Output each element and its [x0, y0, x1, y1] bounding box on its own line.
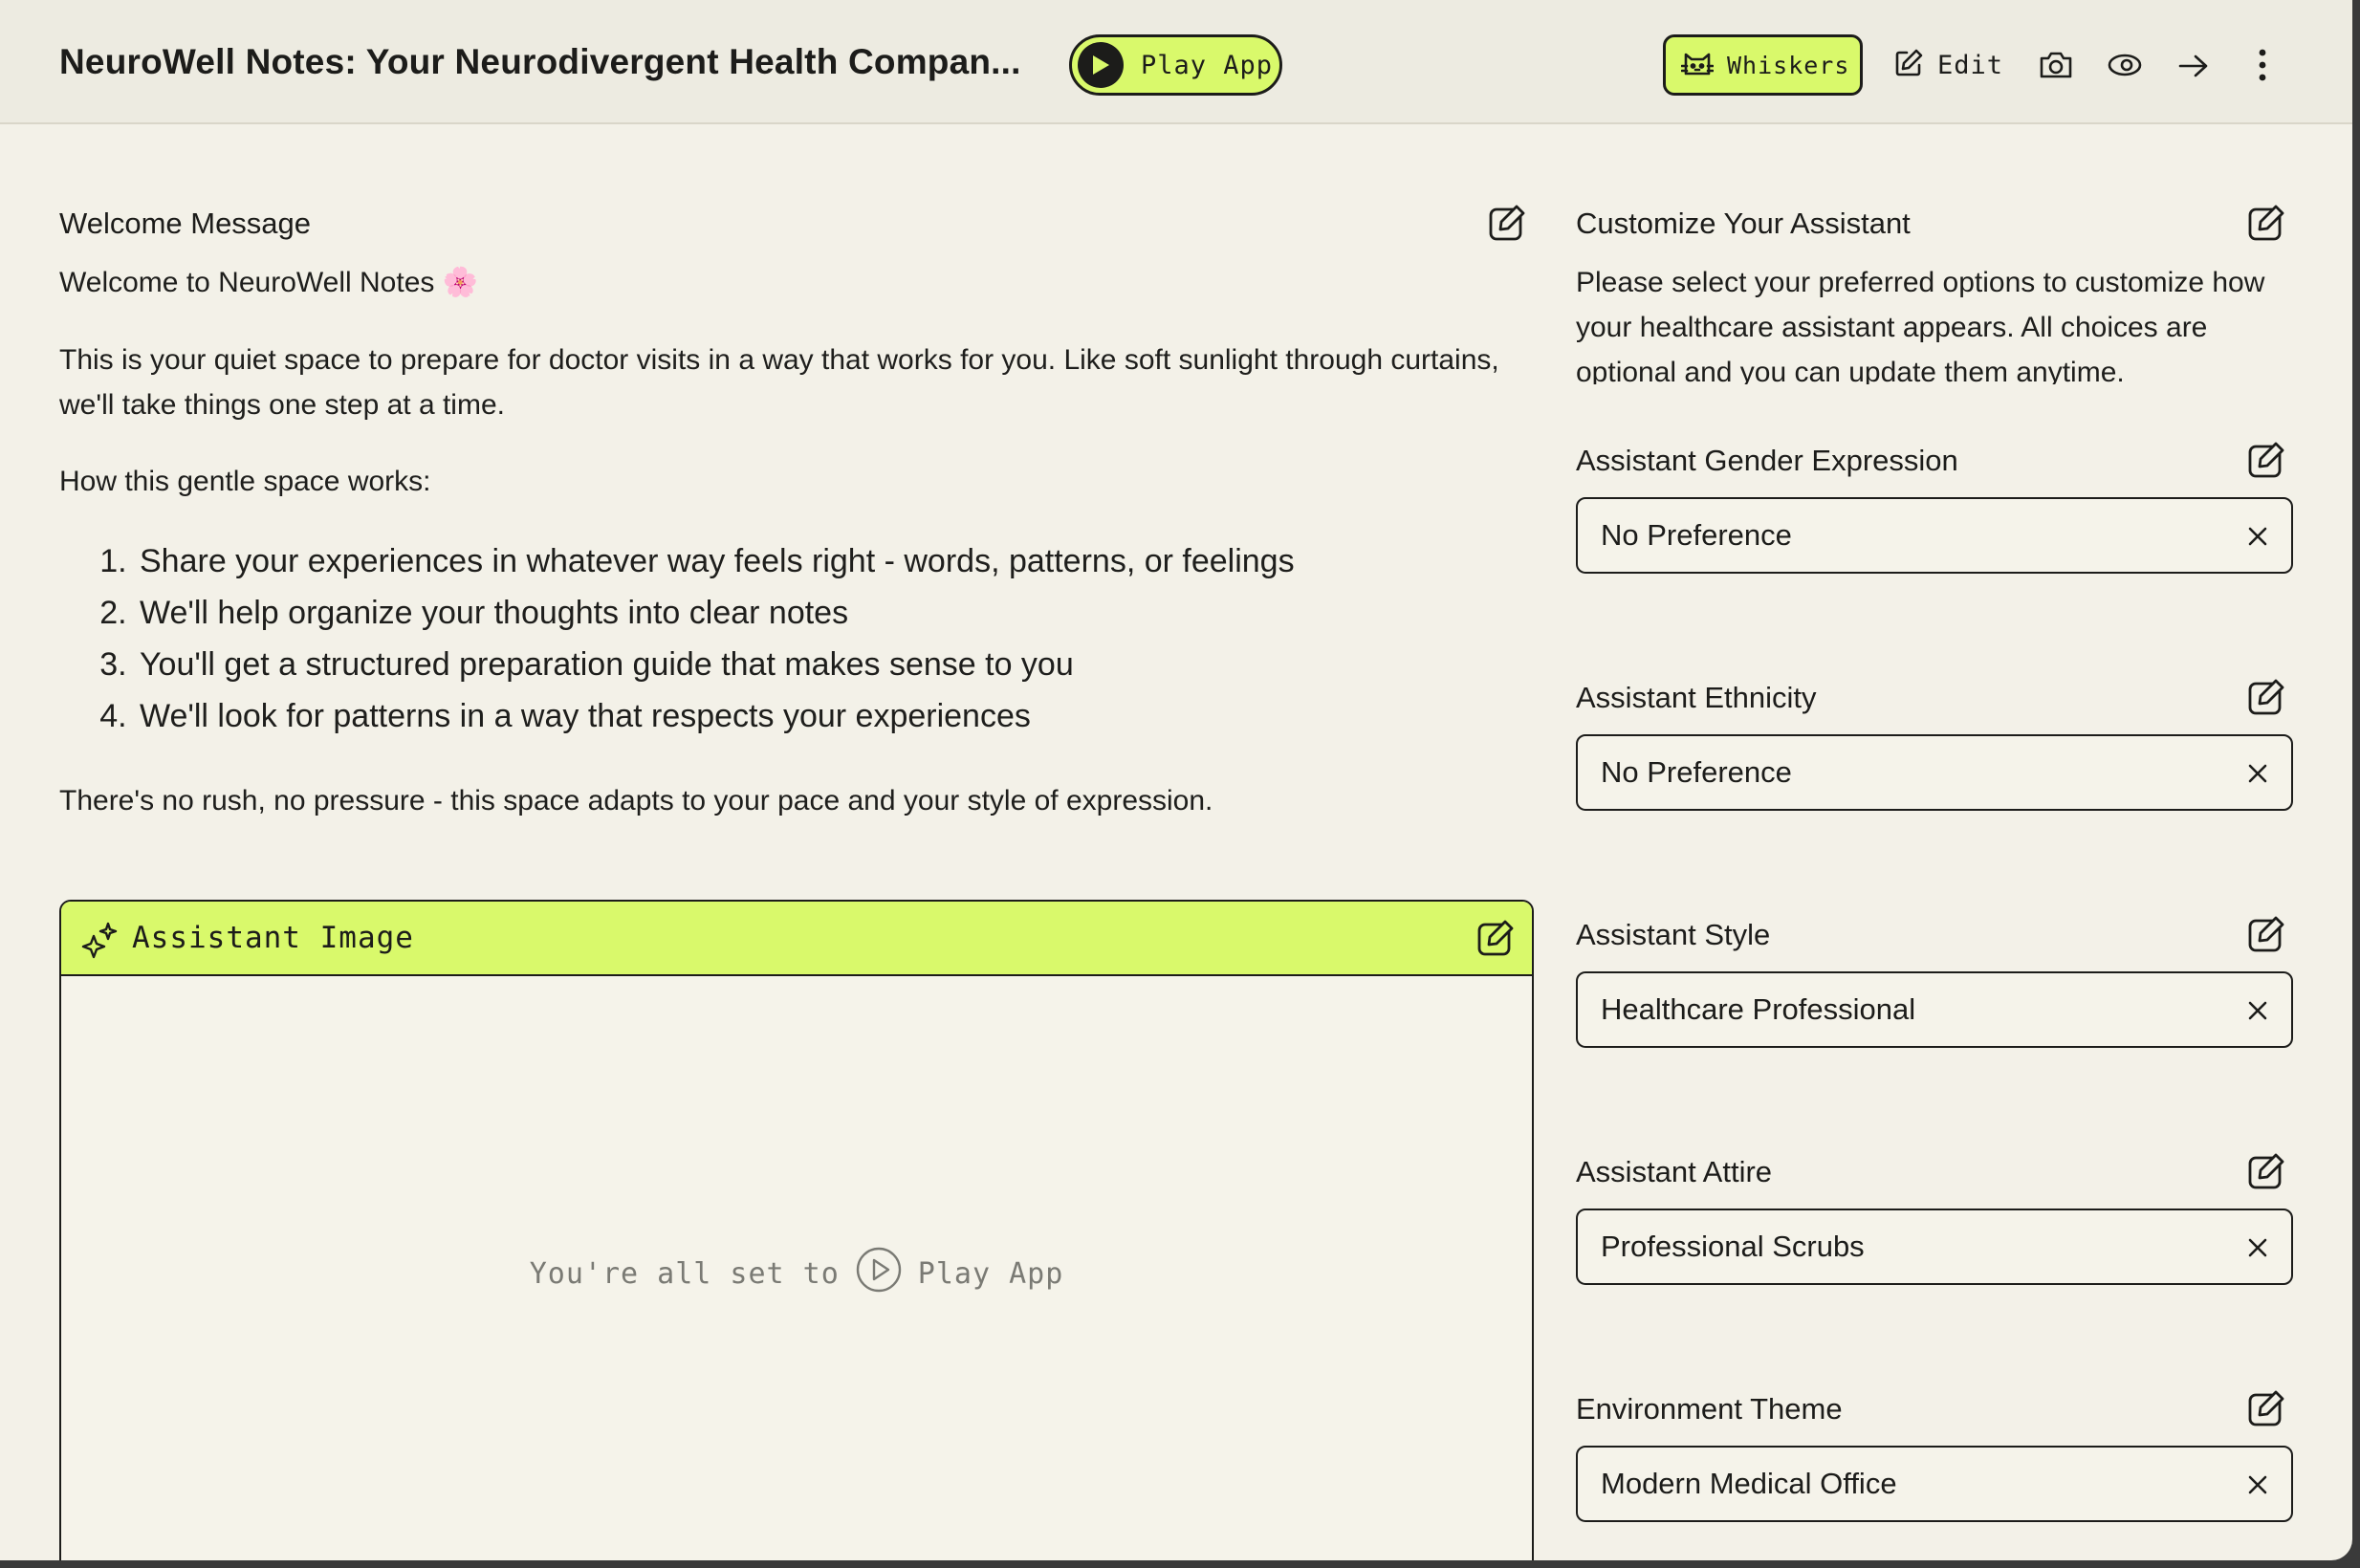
how-it-works-label: How this gentle space works: — [59, 466, 431, 497]
edit-attire-pencil-icon[interactable] — [2247, 1152, 2285, 1190]
customize-heading: Customize Your Assistant — [1576, 207, 1911, 240]
attire-select[interactable]: Professional Scrubs — [1576, 1209, 2293, 1285]
sparkle-icon — [80, 921, 119, 964]
attire-value: Professional Scrubs — [1601, 1230, 1865, 1263]
list-item: You'll get a structured preparation guid… — [136, 639, 1295, 690]
list-item: We'll help organize your thoughts into c… — [136, 587, 1295, 639]
edit-image-pencil-icon[interactable] — [1476, 919, 1515, 962]
list-item: Share your experiences in whatever way f… — [136, 535, 1295, 587]
close-icon[interactable] — [2243, 522, 2272, 551]
close-icon[interactable] — [2243, 996, 2272, 1025]
whiskers-label: Whiskers — [1727, 51, 1850, 79]
welcome-closing: There's no rush, no pressure - this spac… — [59, 785, 1213, 817]
gender-expression-value: No Preference — [1601, 518, 1792, 552]
ethnicity-label: Assistant Ethnicity — [1576, 681, 1817, 714]
play-app-label: Play App — [1141, 50, 1274, 80]
ready-status-prefix: You're all set to — [529, 1256, 840, 1291]
edit-button[interactable]: Edit — [1893, 40, 2003, 90]
whiskers-button[interactable]: Whiskers — [1663, 34, 1863, 96]
environment-theme-select[interactable]: Modern Medical Office — [1576, 1446, 2293, 1522]
assistant-image-heading: Assistant Image — [132, 921, 414, 955]
edit-ethnicity-pencil-icon[interactable] — [2247, 678, 2285, 716]
assistant-image-panel: Assistant Image You're all set to Play A… — [59, 900, 1534, 1560]
assistant-image-header: Assistant Image — [61, 902, 1532, 976]
ethnicity-value: No Preference — [1601, 755, 1792, 789]
steps-list: Share your experiences in whatever way f… — [96, 535, 1295, 742]
close-icon[interactable] — [2243, 759, 2272, 788]
play-app-button[interactable]: Play App — [1069, 34, 1282, 96]
close-icon[interactable] — [2243, 1470, 2272, 1499]
list-item: We'll look for patterns in a way that re… — [136, 690, 1295, 742]
attire-label: Assistant Attire — [1576, 1155, 1773, 1188]
arrow-right-icon[interactable] — [2174, 46, 2213, 84]
edit-style-pencil-icon[interactable] — [2247, 915, 2285, 953]
cat-icon — [1680, 47, 1715, 83]
edit-customize-pencil-icon[interactable] — [2247, 204, 2285, 242]
eye-icon[interactable] — [2106, 46, 2144, 84]
style-select[interactable]: Healthcare Professional — [1576, 971, 2293, 1048]
play-icon — [1078, 42, 1124, 88]
gender-expression-select[interactable]: No Preference — [1576, 497, 2293, 574]
welcome-heading: Welcome Message — [59, 207, 312, 240]
edit-label: Edit — [1937, 50, 2004, 80]
app-window: NeuroWell Notes: Your Neurodivergent Hea… — [0, 0, 2352, 1560]
ready-status: You're all set to Play App — [61, 1246, 1532, 1301]
camera-icon[interactable] — [2037, 46, 2075, 84]
edit-welcome-pencil-icon[interactable] — [1488, 204, 1526, 242]
gender-expression-label: Assistant Gender Expression — [1576, 444, 1958, 477]
more-vertical-icon[interactable] — [2243, 46, 2282, 84]
edit-gender-pencil-icon[interactable] — [2247, 441, 2285, 479]
play-circle-icon[interactable] — [855, 1246, 903, 1301]
ready-status-action[interactable]: Play App — [918, 1257, 1064, 1291]
edit-environment-pencil-icon[interactable] — [2247, 1389, 2285, 1427]
style-label: Assistant Style — [1576, 918, 1771, 951]
welcome-intro: This is your quiet space to prepare for … — [59, 344, 1499, 421]
environment-theme-label: Environment Theme — [1576, 1392, 1843, 1426]
close-icon[interactable] — [2243, 1233, 2272, 1262]
style-value: Healthcare Professional — [1601, 992, 1916, 1026]
pencil-icon — [1893, 48, 1924, 82]
environment-theme-value: Modern Medical Office — [1601, 1467, 1897, 1500]
welcome-greeting: Welcome to NeuroWell Notes 🌸 — [59, 267, 479, 298]
customize-intro: Please select your preferred options to … — [1576, 267, 2265, 384]
ethnicity-select[interactable]: No Preference — [1576, 734, 2293, 811]
page-title: NeuroWell Notes: Your Neurodivergent Hea… — [59, 42, 1021, 81]
top-bar: NeuroWell Notes: Your Neurodivergent Hea… — [0, 0, 2352, 124]
